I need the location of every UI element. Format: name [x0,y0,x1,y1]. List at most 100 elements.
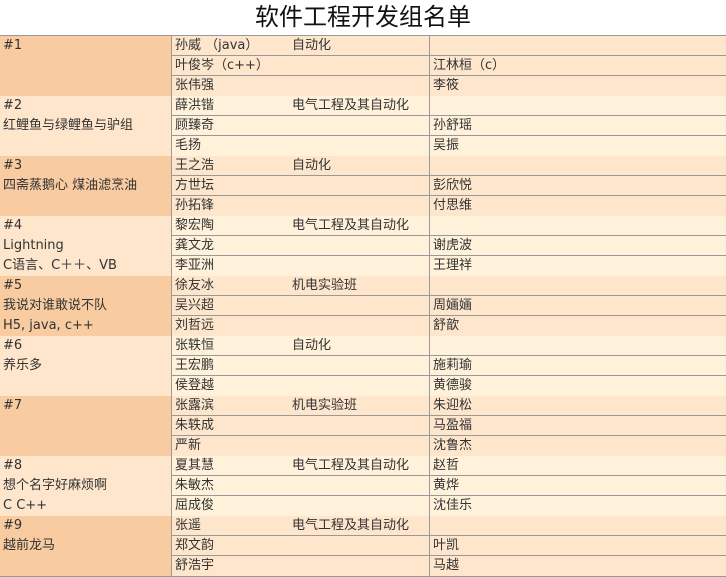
group-info-cell[interactable]: #7 [0,396,172,456]
member2-cell[interactable]: 孙舒瑶 [430,116,726,136]
member2-cell[interactable]: 舒歆 [430,316,726,336]
member2-cell[interactable]: 马越 [430,556,726,576]
group-info-cell[interactable]: #5 我说对谁敢说不队 H5, java, c++ [0,276,172,336]
member-cell[interactable]: 张遥 电气工程及其自动化 [172,516,430,536]
member2-cell[interactable]: 周婳婳 [430,296,726,316]
member-row: 王宏鹏 施莉瑜 [172,356,726,376]
member-cell[interactable]: 顾臻奇 [172,116,430,136]
group-info-cell[interactable]: #9 越前龙马 [0,516,172,576]
member-row: 毛扬 吴振 [172,136,726,156]
member-cell[interactable]: 朱敏杰 [172,476,430,496]
member-cell[interactable]: 屈成俊 [172,496,430,516]
member2-name: 舒歆 [433,318,460,333]
member-row: 郑文韵 叶凯 [172,536,726,556]
member-cell[interactable]: 夏其慧 电气工程及其自动化 [172,456,430,476]
member2-cell[interactable]: 王理祥 [430,256,726,276]
member2-name: 黄烨 [433,478,460,493]
member-cell[interactable]: 黎宏陶 电气工程及其自动化 [172,216,430,236]
member2-cell[interactable] [430,336,726,356]
member-name: 朱轶成 [175,418,215,433]
member2-cell[interactable]: 朱迎松 [430,396,726,416]
member-row: 舒浩宇 马越 [172,556,726,576]
member-cell[interactable]: 郑文韵 [172,536,430,556]
member2-cell[interactable]: 彭欣悦 [430,176,726,196]
member2-cell[interactable] [430,516,726,536]
member-row: 严新 沈鲁杰 [172,436,726,456]
member-name: 李亚洲 [175,258,215,273]
member2-cell[interactable]: 黄烨 [430,476,726,496]
member-name: 王宏鹏 [175,358,215,373]
member2-cell[interactable]: 吴振 [430,136,726,156]
member-name: 龚文龙 [175,238,215,253]
member-major: 机电实验班 [292,278,358,293]
member-cell[interactable]: 王之浩 自动化 [172,156,430,176]
member-cell[interactable]: 孙威 （java） 自动化 [172,36,430,56]
member-name: 毛扬 [175,138,202,153]
member2-cell[interactable]: 江林桓（c） [430,56,726,76]
member-major: 电气工程及其自动化 [292,98,410,113]
member2-cell[interactable]: 叶凯 [430,536,726,556]
group-info-cell[interactable]: #8 想个名字好麻烦啊 C C++ [0,456,172,516]
member-cell[interactable]: 张轶恒 自动化 [172,336,430,356]
member-name: 张遥 [175,518,202,533]
member2-cell[interactable] [430,96,726,116]
member2-name: 王理祥 [433,258,473,273]
member2-cell[interactable]: 沈佳乐 [430,496,726,516]
group-name: 红鲤鱼与绿鲤鱼与驴组 [3,118,134,133]
member-cell[interactable]: 侯登越 [172,376,430,396]
member-name: 朱敏杰 [175,478,215,493]
group-info-cell[interactable]: #2 红鲤鱼与绿鲤鱼与驴组 [0,96,172,156]
member-cell[interactable]: 张露滨 机电实验班 [172,396,430,416]
member2-cell[interactable] [430,156,726,176]
group-name: 我说对谁敢说不队 [3,298,108,313]
member-cell[interactable]: 孙拓锋 [172,196,430,216]
member-cell[interactable]: 王宏鹏 [172,356,430,376]
group-info-cell[interactable]: #1 [0,36,172,96]
member-cell[interactable]: 方世坛 [172,176,430,196]
member2-cell[interactable]: 马盈福 [430,416,726,436]
member2-cell[interactable] [430,216,726,236]
group-2: #2 红鲤鱼与绿鲤鱼与驴组 薛洪锴 电气工程及其自动化 顾臻奇 孙舒瑶 毛扬 吴… [0,96,726,157]
member-name: 郑文韵 [175,538,215,553]
group-name: Lightning [3,238,64,253]
member2-cell[interactable]: 黄德骏 [430,376,726,396]
member2-cell[interactable]: 付思维 [430,196,726,216]
member2-cell[interactable]: 李筱 [430,76,726,96]
member-cell[interactable]: 朱轶成 [172,416,430,436]
member2-cell[interactable]: 赵哲 [430,456,726,476]
member-name: 吴兴超 [175,298,215,313]
member2-cell[interactable] [430,276,726,296]
member-cell[interactable]: 舒浩宇 [172,556,430,576]
member-cell[interactable]: 张伟强 [172,76,430,96]
member-row: 吴兴超 周婳婳 [172,296,726,316]
group-info-cell[interactable]: #6 养乐多 [0,336,172,396]
group-number: #4 [3,218,23,233]
member2-cell[interactable]: 施莉瑜 [430,356,726,376]
member2-name: 李筱 [433,78,460,93]
member-row: 方世坛 彭欣悦 [172,176,726,196]
member-row: 王之浩 自动化 [172,156,726,176]
member2-cell[interactable]: 谢虎波 [430,236,726,256]
member-cell[interactable]: 刘哲远 [172,316,430,336]
member-cell[interactable]: 徐友冰 机电实验班 [172,276,430,296]
group-info-cell[interactable]: #3 四斋蒸鹅心 煤油滤烹油 [0,156,172,216]
member-row: 屈成俊 沈佳乐 [172,496,726,516]
member-name: 顾臻奇 [175,118,215,133]
member-name: 王之浩 [175,158,215,173]
member-cell[interactable]: 薛洪锴 电气工程及其自动化 [172,96,430,116]
member2-name: 赵哲 [433,458,460,473]
group-3: #3 四斋蒸鹅心 煤油滤烹油 王之浩 自动化 方世坛 彭欣悦 孙拓锋 付思维 [0,156,726,217]
member-row: 顾臻奇 孙舒瑶 [172,116,726,136]
member-major: 自动化 [292,38,332,53]
member-cell[interactable]: 龚文龙 [172,236,430,256]
member-row: 叶俊岑（c++） 江林桓（c） [172,56,726,76]
member-cell[interactable]: 叶俊岑（c++） [172,56,430,76]
group-info-cell[interactable]: #4 Lightning C语言、C＋＋、VB [0,216,172,276]
member-cell[interactable]: 严新 [172,436,430,456]
member2-name: 谢虎波 [433,238,473,253]
member-cell[interactable]: 毛扬 [172,136,430,156]
member2-cell[interactable]: 沈鲁杰 [430,436,726,456]
member2-cell[interactable] [430,36,726,56]
member-cell[interactable]: 吴兴超 [172,296,430,316]
member-cell[interactable]: 李亚洲 [172,256,430,276]
